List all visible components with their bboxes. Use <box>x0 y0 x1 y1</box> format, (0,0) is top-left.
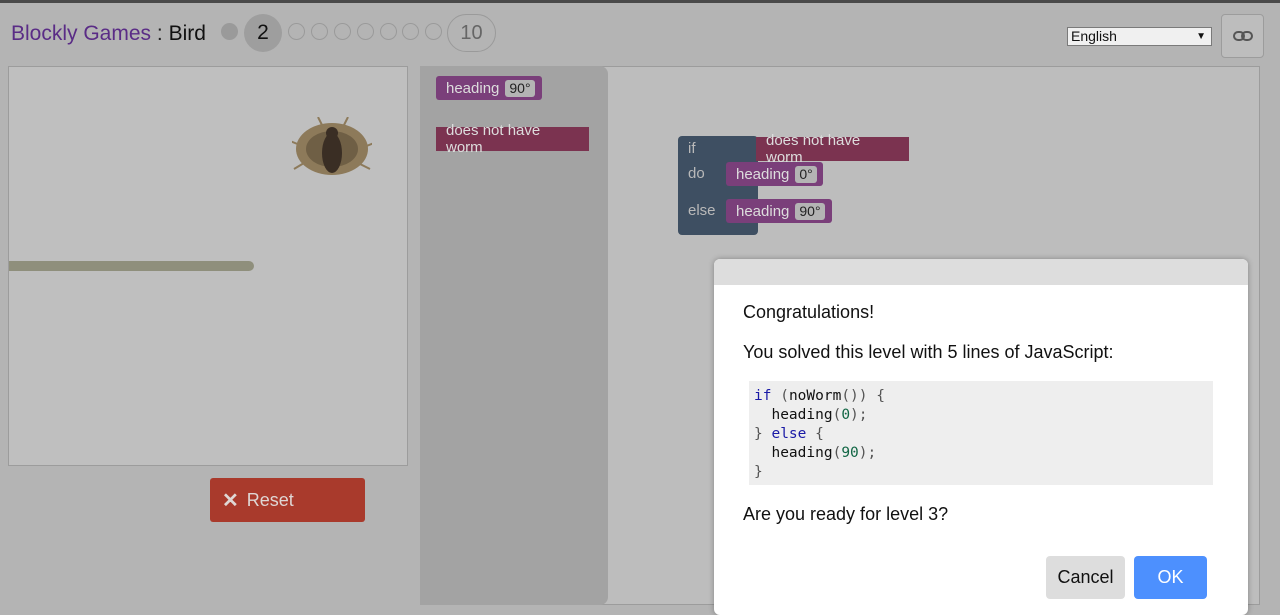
flyout-condition-label: does not have worm <box>446 122 541 156</box>
code-line: } <box>754 464 763 480</box>
nest-icon <box>292 117 372 175</box>
cancel-button[interactable]: Cancel <box>1046 556 1125 599</box>
level-last[interactable]: 10 <box>447 14 496 52</box>
title-separator: : <box>151 22 169 45</box>
code-line: heading(0); <box>754 407 868 423</box>
heading-label-else: heading <box>736 202 790 220</box>
level-current-label: 2 <box>257 21 269 44</box>
level-last-label: 10 <box>460 21 483 44</box>
code-line: } else { <box>754 426 824 442</box>
condition-label: does not have worm <box>766 132 861 166</box>
level-1-dot[interactable] <box>221 23 238 40</box>
dialog-question: Are you ready for level 3? <box>743 504 949 524</box>
flyout-heading-block[interactable]: heading 90° <box>436 76 542 100</box>
level-4-dot[interactable] <box>311 23 328 40</box>
condition-block[interactable]: does not have worm <box>756 132 909 166</box>
dialog-summary: You solved this level with 5 lines of Ja… <box>743 342 1114 362</box>
heading-block-else[interactable]: heading 90° <box>726 199 832 223</box>
heading-field-else[interactable]: 90° <box>795 202 825 220</box>
heading-label-do: heading <box>736 165 790 183</box>
chevron-down-icon: ▼ <box>1196 31 1206 42</box>
link-icon <box>1232 31 1253 41</box>
else-label: else <box>688 202 716 219</box>
app-title-link[interactable]: Blockly Games <box>11 22 151 45</box>
dialog-header[interactable] <box>714 259 1248 285</box>
dialog-congrats: Congratulations! <box>743 302 875 322</box>
game-title: Bird <box>168 22 206 45</box>
level-8-dot[interactable] <box>402 23 419 40</box>
code-listing: if (noWorm()) { heading(0); } else { hea… <box>749 381 1213 485</box>
level-current[interactable]: 2 <box>244 14 282 52</box>
flyout-heading-field[interactable]: 90° <box>505 79 535 97</box>
code-fn-noworm: noWorm <box>788 388 842 404</box>
level-9-dot[interactable] <box>425 23 442 40</box>
heading-block-do[interactable]: heading 0° <box>726 162 823 186</box>
level-5-dot[interactable] <box>334 23 351 40</box>
level-3-dot[interactable] <box>288 23 305 40</box>
do-label: do <box>688 165 705 182</box>
bird-visualization <box>8 66 408 466</box>
reset-button[interactable]: ✕ Reset <box>210 478 365 522</box>
language-selected: English <box>1071 28 1117 44</box>
code-line: if (noWorm()) { <box>754 388 885 404</box>
level-7-dot[interactable] <box>380 23 397 40</box>
wall-branch <box>9 261 254 271</box>
heading-field-do[interactable]: 0° <box>795 165 817 183</box>
link-button[interactable] <box>1221 14 1264 58</box>
reset-label: Reset <box>246 489 294 510</box>
language-select[interactable]: English ▼ <box>1067 27 1212 46</box>
level-6-dot[interactable] <box>357 23 374 40</box>
flyout-heading-label: heading <box>446 79 500 97</box>
code-line: heading(90); <box>754 445 877 461</box>
close-icon: ✕ <box>222 489 239 512</box>
flyout-condition-block[interactable]: does not have worm <box>436 122 589 156</box>
if-label: if <box>688 140 696 157</box>
congratulations-dialog: Congratulations! You solved this level w… <box>714 259 1248 615</box>
app-title[interactable]: Blockly Games : Bird <box>11 22 206 46</box>
ok-button[interactable]: OK <box>1134 556 1207 599</box>
